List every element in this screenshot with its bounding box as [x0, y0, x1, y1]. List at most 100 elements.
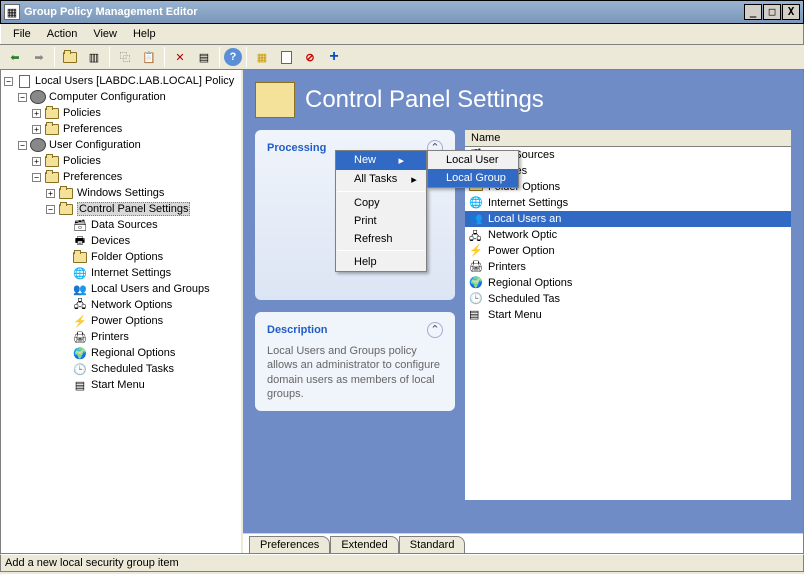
paste-button[interactable]: 📋 [138, 46, 160, 68]
tree-local-users-groups[interactable]: 👥Local Users and Groups [4, 281, 238, 297]
description-heading: Description [267, 324, 328, 336]
tool-button-1[interactable]: ▦ [251, 46, 273, 68]
ctx-all-tasks[interactable]: All Tasks▸ [336, 170, 426, 189]
start-menu-icon: ▤ [72, 378, 88, 392]
list-item[interactable]: 🌐Internet Settings [465, 195, 791, 211]
menu-file[interactable]: File [5, 26, 39, 42]
context-submenu-new: Local User Local Group [427, 150, 519, 188]
tree-user-config[interactable]: −User Configuration [4, 137, 238, 153]
tree-computer-config[interactable]: −Computer Configuration [4, 89, 238, 105]
list-item[interactable]: 🖨Printers [465, 259, 791, 275]
column-header-name[interactable]: Name [465, 130, 791, 147]
list-item[interactable]: 🕒Scheduled Tas [465, 291, 791, 307]
tree-data-sources[interactable]: 🗃Data Sources [4, 217, 238, 233]
app-icon: ▦ [4, 4, 20, 20]
toolbar: ⬅ ➡ ▥ ⿻ 📋 ✕ ▤ ? ▦ ⊘ + [0, 44, 804, 70]
tree-scheduled-tasks[interactable]: 🕒Scheduled Tasks [4, 361, 238, 377]
tree-user-prefs[interactable]: −Preferences [4, 169, 238, 185]
collapse-icon[interactable]: − [4, 77, 13, 86]
list-item[interactable]: 🖧Network Optic [465, 227, 791, 243]
tree-windows-settings[interactable]: +Windows Settings [4, 185, 238, 201]
expand-icon[interactable]: + [32, 125, 41, 134]
delete-button[interactable]: ✕ [169, 46, 191, 68]
titlebar: ▦ Group Policy Management Editor _ □ X [0, 0, 804, 24]
tree-regional-options[interactable]: 🌍Regional Options [4, 345, 238, 361]
tree-start-menu[interactable]: ▤Start Menu [4, 377, 238, 393]
list-item[interactable]: ⚡Power Option [465, 243, 791, 259]
ctx-new[interactable]: New▸ [336, 151, 426, 170]
computer-icon [30, 90, 46, 104]
forward-button[interactable]: ➡ [28, 46, 50, 68]
collapse-icon[interactable]: − [18, 141, 27, 150]
regional-icon: 🌍 [469, 276, 485, 290]
ctx-print[interactable]: Print [336, 212, 426, 230]
tree-user-policies[interactable]: +Policies [4, 153, 238, 169]
description-panel: Description⌃ Local Users and Groups poli… [255, 312, 455, 411]
ctx-refresh[interactable]: Refresh [336, 230, 426, 248]
tree-folder-options[interactable]: Folder Options [4, 249, 238, 265]
tab-preferences[interactable]: Preferences [249, 536, 330, 553]
maximize-button[interactable]: □ [763, 4, 781, 20]
main-pane: Control Panel Settings Processing⌃ Descr… [243, 70, 803, 553]
tree-devices[interactable]: 🖶Devices [4, 233, 238, 249]
show-hide-button[interactable]: ▥ [83, 46, 105, 68]
collapse-icon[interactable]: − [32, 173, 41, 182]
add-button[interactable]: + [323, 46, 345, 68]
menu-view[interactable]: View [85, 26, 125, 42]
tool-button-2[interactable] [275, 46, 297, 68]
collapse-icon[interactable]: − [18, 93, 27, 102]
scheduled-icon: 🕒 [72, 362, 88, 376]
tree-printers[interactable]: 🖨Printers [4, 329, 238, 345]
regional-icon: 🌍 [72, 346, 88, 360]
tree-control-panel-settings[interactable]: −Control Panel Settings [4, 201, 238, 217]
ctx-local-user[interactable]: Local User [428, 151, 518, 169]
start-menu-icon: ▤ [469, 308, 485, 322]
expand-icon[interactable]: + [32, 157, 41, 166]
status-bar: Add a new local security group item [0, 554, 804, 572]
context-menu: New▸ All Tasks▸ Copy Print Refresh Help [335, 150, 427, 272]
expand-icon[interactable]: + [46, 189, 55, 198]
submenu-arrow-icon: ▸ [398, 154, 404, 167]
collapse-icon[interactable]: − [46, 205, 55, 214]
menubar: File Action View Help [0, 24, 804, 44]
tab-standard[interactable]: Standard [399, 536, 466, 553]
details-list[interactable]: Name 🗃Data Sources 🖶Devices Folder Optio… [465, 130, 791, 500]
expand-icon[interactable]: + [32, 109, 41, 118]
minimize-button[interactable]: _ [744, 4, 762, 20]
close-button[interactable]: X [782, 4, 800, 20]
list-item[interactable]: ▤Start Menu [465, 307, 791, 323]
ctx-copy[interactable]: Copy [336, 194, 426, 212]
menu-help[interactable]: Help [125, 26, 164, 42]
power-icon: ⚡ [72, 314, 88, 328]
tree-internet-settings[interactable]: 🌐Internet Settings [4, 265, 238, 281]
tree-pane[interactable]: −Local Users [LABDC.LAB.LOCAL] Policy −C… [1, 70, 243, 553]
tree-comp-policies[interactable]: +Policies [4, 105, 238, 121]
devices-icon: 🖶 [72, 234, 88, 248]
user-icon [30, 138, 46, 152]
properties-button[interactable]: ▤ [193, 46, 215, 68]
tab-extended[interactable]: Extended [330, 536, 398, 553]
ctx-help[interactable]: Help [336, 253, 426, 271]
ctx-local-group[interactable]: Local Group [428, 169, 518, 187]
tree-comp-prefs[interactable]: +Preferences [4, 121, 238, 137]
stop-button[interactable]: ⊘ [299, 46, 321, 68]
scheduled-icon: 🕒 [469, 292, 485, 306]
internet-icon: 🌐 [72, 266, 88, 280]
data-sources-icon: 🗃 [72, 218, 88, 232]
printers-icon: 🖨 [469, 260, 485, 274]
network-icon: 🖧 [72, 298, 88, 312]
users-icon: 👥 [72, 282, 88, 296]
list-item[interactable]: 🌍Regional Options [465, 275, 791, 291]
network-icon: 🖧 [469, 228, 485, 242]
tree-power-options[interactable]: ⚡Power Options [4, 313, 238, 329]
help-button[interactable]: ? [224, 48, 242, 66]
up-button[interactable] [59, 46, 81, 68]
copy-button[interactable]: ⿻ [114, 46, 136, 68]
list-item-selected[interactable]: 👥Local Users an [465, 211, 791, 227]
back-button[interactable]: ⬅ [4, 46, 26, 68]
menu-action[interactable]: Action [39, 26, 86, 42]
tree-root[interactable]: −Local Users [LABDC.LAB.LOCAL] Policy [4, 73, 238, 89]
chevron-up-icon[interactable]: ⌃ [427, 322, 443, 338]
tree-network-options[interactable]: 🖧Network Options [4, 297, 238, 313]
control-panel-settings-icon [255, 82, 295, 118]
